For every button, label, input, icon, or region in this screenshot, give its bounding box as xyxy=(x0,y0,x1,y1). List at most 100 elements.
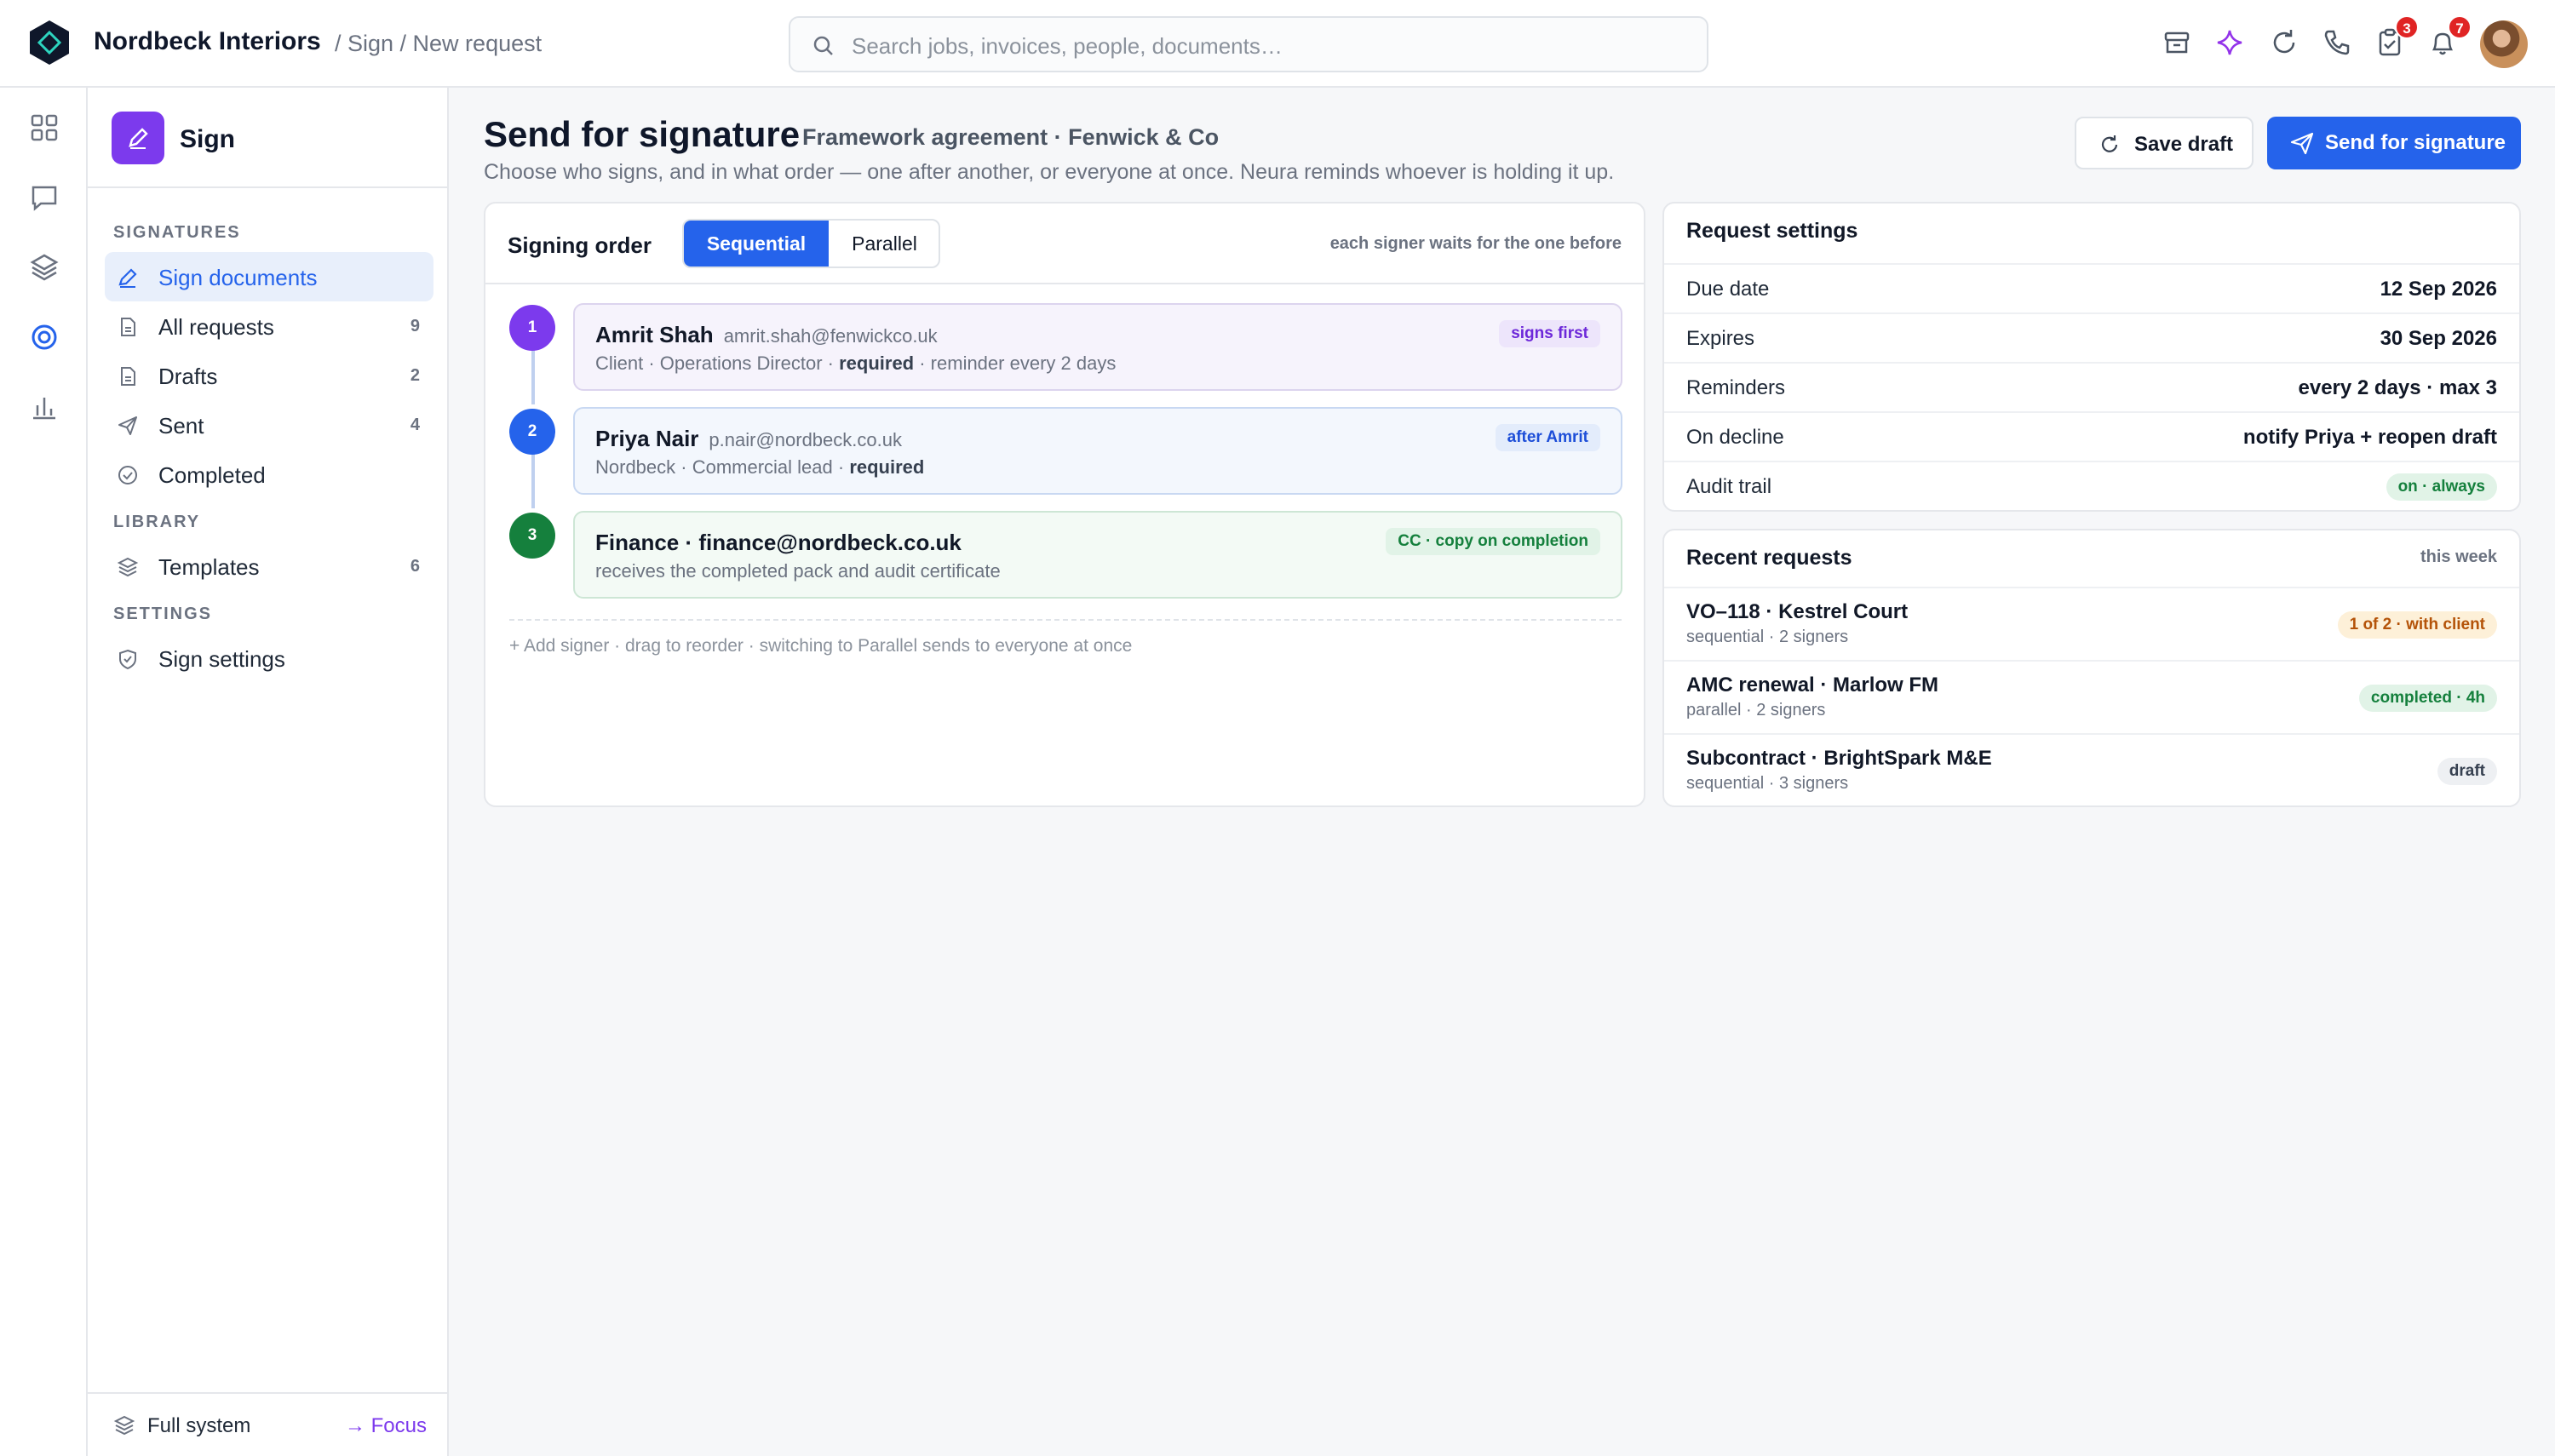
page-description: Choose who signs, and in what order — on… xyxy=(484,160,1615,184)
sparkle-icon[interactable] xyxy=(2213,26,2247,60)
sidebar-item-templates[interactable]: Templates 6 xyxy=(105,542,433,591)
request-meta: sequential · 3 signers xyxy=(1686,774,1849,793)
sidebar-item-sign-settings[interactable]: Sign settings xyxy=(105,633,433,683)
app-logo-icon[interactable] xyxy=(26,19,73,66)
section-library: LIBRARY xyxy=(113,513,201,531)
sidebar-item-count: 6 xyxy=(410,557,420,576)
sidebar-item-label: Completed xyxy=(158,462,266,488)
archive-icon[interactable] xyxy=(2160,26,2194,60)
signer-email: p.nair@nordbeck.co.uk xyxy=(709,429,902,450)
recent-period: this week xyxy=(2420,547,2497,566)
sidebar-item-label: Sign documents xyxy=(158,265,318,290)
sidebar-item-count: 4 xyxy=(410,416,420,434)
setting-value: 30 Sep 2026 xyxy=(2380,327,2497,350)
save-draft-button[interactable]: Save draft xyxy=(2075,117,2254,169)
setting-value: notify Priya + reopen draft xyxy=(2242,426,2497,449)
sidebar-footer: Full system → Focus xyxy=(88,1392,447,1456)
card-title: Request settings xyxy=(1686,219,1858,243)
layers-icon xyxy=(117,557,139,577)
setting-key: Audit trail xyxy=(1686,475,1772,498)
section-signatures: SIGNATURES xyxy=(113,223,241,242)
audit-trail-badge: on · always xyxy=(2386,473,2497,501)
signing-mode-toggle: Sequential Parallel xyxy=(682,219,940,268)
setting-row-audit-trail[interactable]: Audit trail on · always xyxy=(1664,461,2519,510)
signer-order-badge: CC · copy on completion xyxy=(1386,528,1600,555)
breadcrumb[interactable]: / Sign / New request xyxy=(335,31,542,57)
focus-link[interactable]: → Focus xyxy=(345,1414,427,1438)
sidebar-item-label: Sent xyxy=(158,413,204,439)
recent-request-row[interactable]: AMC renewal · Marlow FM parallel · 2 sig… xyxy=(1664,660,2519,733)
sidebar-item-drafts[interactable]: Drafts 2 xyxy=(105,351,433,400)
phone-icon[interactable] xyxy=(2320,26,2354,60)
signer-order-badge: signs first xyxy=(1499,320,1600,347)
sidebar-item-label: All requests xyxy=(158,314,274,340)
signer-card[interactable]: Priya Nair p.nair@nordbeck.co.uk Nordbeck… xyxy=(573,407,1622,495)
signer-card[interactable]: Amrit Shah amrit.shah@fenwickco.uk Client… xyxy=(573,303,1622,391)
brand-name[interactable]: Nordbeck Interiors xyxy=(94,27,321,56)
recent-request-row[interactable]: Subcontract · BrightSpark M&E sequential… xyxy=(1664,733,2519,806)
bar-chart-icon[interactable] xyxy=(27,390,61,424)
page-title: Send for signature xyxy=(484,114,801,154)
full-system-toggle[interactable]: Full system xyxy=(147,1414,250,1438)
step-number: 2 xyxy=(509,409,555,455)
send-icon xyxy=(118,416,137,435)
request-meta: parallel · 2 signers xyxy=(1686,701,1826,719)
status-badge: draft xyxy=(2437,758,2497,785)
chat-icon[interactable] xyxy=(27,181,61,215)
sidebar-item-sign-documents[interactable]: Sign documents xyxy=(105,252,433,301)
sidebar-item-label: Sign settings xyxy=(158,646,285,672)
sidebar-item-completed[interactable]: Completed xyxy=(105,450,433,499)
pen-icon xyxy=(118,268,137,288)
top-bar: Nordbeck Interiors / Sign / New request … xyxy=(0,0,2555,88)
setting-row-expires[interactable]: Expires 30 Sep 2026 xyxy=(1664,312,2519,362)
refresh-icon xyxy=(2101,135,2118,152)
card-title: Recent requests xyxy=(1686,546,1852,570)
request-title: Subcontract · BrightSpark M&E xyxy=(1686,747,1992,770)
refresh-icon[interactable] xyxy=(2267,26,2301,60)
setting-row-reminders[interactable]: Reminders every 2 days · max 3 xyxy=(1664,362,2519,411)
setting-key: On decline xyxy=(1686,426,1784,449)
sidebar-item-count: 2 xyxy=(410,366,420,385)
signer-detail: Nordbeck · Commercial lead · xyxy=(595,456,850,478)
setting-value: 12 Sep 2026 xyxy=(2380,278,2497,301)
step-number: 3 xyxy=(509,513,555,559)
page-subtitle: Framework agreement · Fenwick & Co xyxy=(802,124,1220,150)
app-name: Sign xyxy=(180,125,235,153)
layers-icon xyxy=(113,1415,135,1436)
setting-row-on-decline[interactable]: On decline notify Priya + reopen draft xyxy=(1664,411,2519,461)
tasks-badge: 3 xyxy=(2395,15,2419,39)
target-icon[interactable] xyxy=(27,320,61,354)
document-icon xyxy=(121,318,135,336)
search-placeholder: Search jobs, invoices, people, documents… xyxy=(852,33,1283,59)
setting-value: every 2 days · max 3 xyxy=(2298,376,2498,399)
recent-request-row[interactable]: VO–118 · Kestrel Court sequential · 2 si… xyxy=(1664,587,2519,660)
check-circle-icon xyxy=(118,466,137,484)
divider xyxy=(509,619,1622,621)
signer-required: required xyxy=(839,353,915,374)
sidebar-item-label: Templates xyxy=(158,554,260,580)
signer-card[interactable]: Finance · finance@nordbeck.co.uk receive… xyxy=(573,511,1622,599)
signer-name: Amrit Shah xyxy=(595,322,714,347)
shield-icon xyxy=(119,649,136,670)
mode-sequential-button[interactable]: Sequential xyxy=(684,221,829,267)
user-avatar[interactable] xyxy=(2480,20,2528,68)
signer-name: Priya Nair xyxy=(595,426,699,451)
send-icon xyxy=(2290,132,2314,155)
sidebar-item-sent[interactable]: Sent 4 xyxy=(105,400,433,450)
signer-reminder: · reminder every 2 days xyxy=(914,353,1117,374)
signer-email: amrit.shah@fenwickco.uk xyxy=(723,325,938,347)
setting-row-due-date[interactable]: Due date 12 Sep 2026 xyxy=(1664,263,2519,312)
sidebar-item-all-requests[interactable]: All requests 9 xyxy=(105,301,433,351)
send-for-signature-button[interactable]: Send for signature xyxy=(2267,117,2521,169)
sidebar-item-label: Drafts xyxy=(158,364,218,389)
step-number: 1 xyxy=(509,305,555,351)
notifications-badge: 7 xyxy=(2448,15,2472,39)
grid-icon[interactable] xyxy=(27,111,61,145)
add-signer-hint[interactable]: + Add signer · drag to reorder · switchi… xyxy=(509,636,1132,656)
layers-icon[interactable] xyxy=(27,250,61,284)
signer-detail: Client · Operations Director · xyxy=(595,353,840,374)
divider xyxy=(485,283,1644,284)
mode-parallel-button[interactable]: Parallel xyxy=(829,221,939,267)
divider xyxy=(88,186,447,188)
search-input[interactable]: Search jobs, invoices, people, documents… xyxy=(789,16,1708,72)
